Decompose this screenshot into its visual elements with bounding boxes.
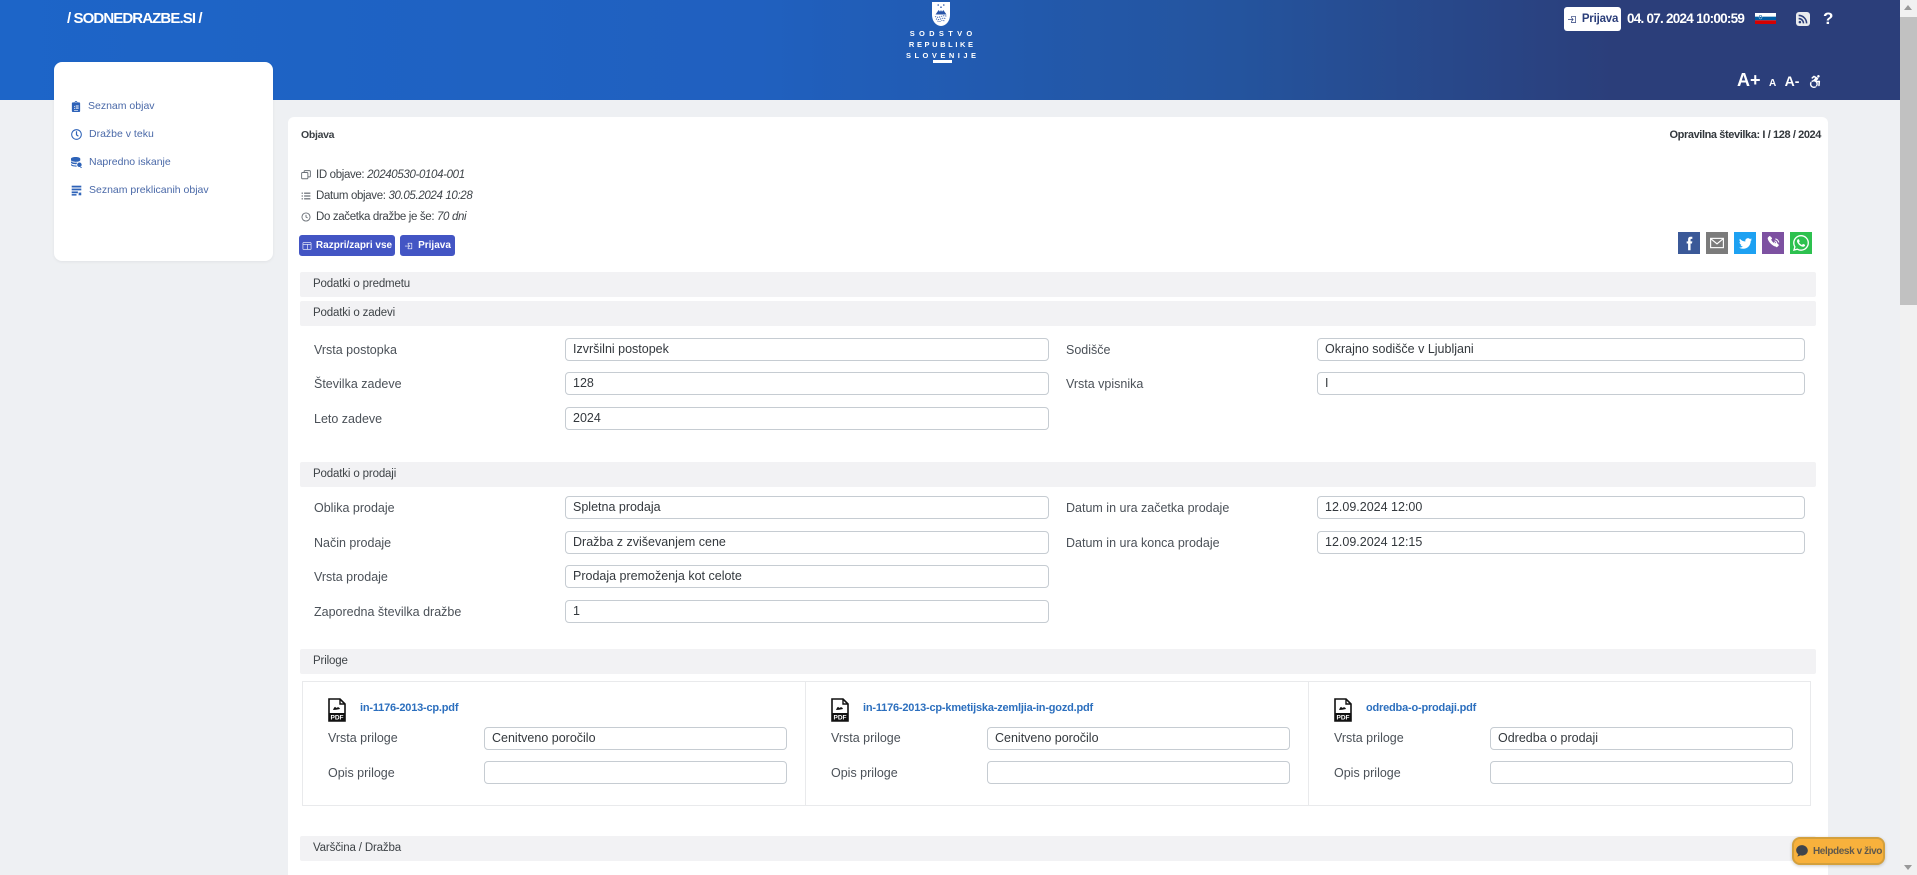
svg-text:PDF: PDF [834,715,847,722]
svg-text:PDF: PDF [1337,715,1350,722]
svg-text:PDF: PDF [331,715,344,722]
